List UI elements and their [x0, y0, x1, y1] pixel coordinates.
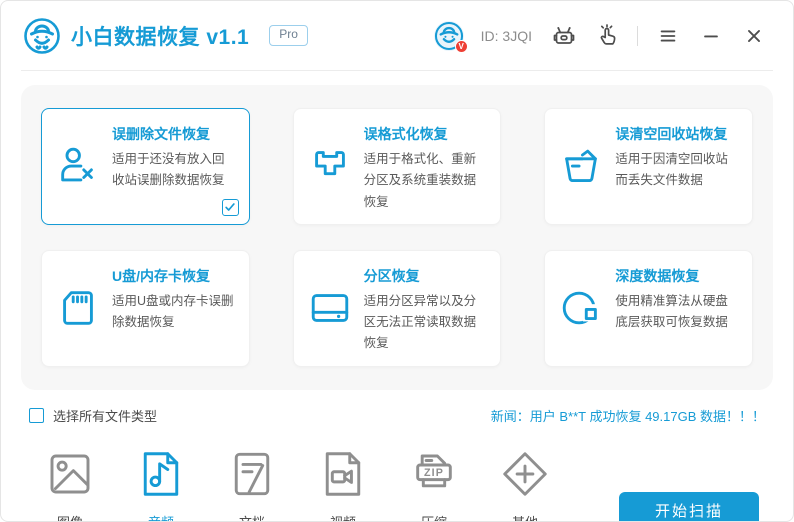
format-stamp-icon [307, 120, 353, 213]
filetype-bar: 图像 音频 文档 [41, 447, 759, 522]
user-delete-icon [55, 120, 101, 213]
filetype-other[interactable]: 其他 [496, 447, 554, 522]
filetype-label: 文档 [223, 512, 281, 522]
robot-icon[interactable] [551, 23, 577, 49]
start-scan-button[interactable]: 开始扫描 [619, 492, 759, 522]
titlebar-separator [637, 26, 638, 46]
filetype-label: 图像 [41, 512, 99, 522]
card-title: 误删除文件恢复 [112, 124, 237, 144]
app-window: 小白数据恢复 v1.1 Pro V ID: 3JQI [0, 0, 794, 522]
app-logo-icon [23, 17, 61, 55]
card-recycle-bin-recovery[interactable]: 误清空回收站恢复 适用于因清空回收站而丢失文件数据 [544, 108, 753, 225]
card-title: 深度数据恢复 [615, 266, 740, 286]
vip-badge: V [455, 40, 468, 53]
card-desc: 适用U盘或内存卡误删除数据恢复 [112, 291, 237, 334]
zip-icon-text: ZIP [424, 467, 444, 479]
card-desc: 使用精准算法从硬盘底层获取可恢复数据 [615, 291, 740, 334]
card-deleted-file-recovery[interactable]: 误删除文件恢复 适用于还没有放入回收站误删除数据恢复 [41, 108, 250, 225]
card-checkbox-checked[interactable] [222, 199, 239, 216]
card-deep-scan-recovery[interactable]: 深度数据恢复 使用精准算法从硬盘底层获取可恢复数据 [544, 250, 753, 367]
select-all-checkbox[interactable] [29, 408, 44, 423]
filetype-video[interactable]: 视频 [314, 447, 372, 522]
sd-card-icon [55, 262, 101, 355]
select-all-filetypes[interactable]: 选择所有文件类型 [29, 406, 157, 425]
card-title: 误清空回收站恢复 [615, 124, 740, 144]
zip-icon: ZIP [407, 447, 461, 501]
filetype-list: 图像 音频 文档 [41, 447, 554, 522]
other-icon [498, 447, 552, 501]
card-desc: 适用于还没有放入回收站误删除数据恢复 [112, 149, 237, 192]
card-desc: 适用于因清空回收站而丢失文件数据 [615, 149, 740, 192]
filetype-label: 压缩 [405, 512, 463, 522]
news-ticker: 新闻：用户 B**T 成功恢复 49.17GB 数据！！！ [491, 406, 765, 425]
minimize-icon[interactable] [698, 23, 724, 49]
card-desc: 适用于格式化、重新分区及系统重装数据恢复 [364, 149, 489, 213]
card-desc: 适用分区异常以及分区无法正常读取数据恢复 [364, 291, 489, 355]
image-icon [43, 447, 97, 501]
recycle-bin-icon [558, 120, 604, 213]
card-usb-sdcard-recovery[interactable]: U盘/内存卡恢复 适用U盘或内存卡误删除数据恢复 [41, 250, 250, 367]
menu-icon[interactable] [655, 23, 681, 49]
user-avatar[interactable]: V [434, 21, 464, 51]
document-icon [225, 447, 279, 501]
recovery-modes-panel: 误删除文件恢复 适用于还没有放入回收站误删除数据恢复 误格式化恢复 [21, 85, 773, 390]
filetype-label: 视频 [314, 512, 372, 522]
card-partition-recovery[interactable]: 分区恢复 适用分区异常以及分区无法正常读取数据恢复 [293, 250, 502, 367]
deep-scan-icon [558, 262, 604, 355]
card-format-recovery[interactable]: 误格式化恢复 适用于格式化、重新分区及系统重装数据恢复 [293, 108, 502, 225]
close-icon[interactable] [741, 23, 767, 49]
filetype-zip[interactable]: ZIP 压缩 [405, 447, 463, 522]
app-title: 小白数据恢复 v1.1 [71, 21, 249, 51]
filetype-audio[interactable]: 音频 [132, 447, 190, 522]
options-row: 选择所有文件类型 新闻：用户 B**T 成功恢复 49.17GB 数据！！！ [29, 406, 765, 425]
filetype-label: 其他 [496, 512, 554, 522]
pro-badge: Pro [269, 25, 308, 46]
audio-icon [134, 447, 188, 501]
recovery-mode-grid: 误删除文件恢复 适用于还没有放入回收站误删除数据恢复 误格式化恢复 [41, 108, 753, 367]
titlebar-controls: V ID: 3JQI [434, 21, 767, 51]
video-icon [316, 447, 370, 501]
card-title: U盘/内存卡恢复 [112, 266, 237, 286]
header-divider [21, 70, 773, 71]
user-id: ID: 3JQI [481, 28, 532, 44]
filetype-document[interactable]: 文档 [223, 447, 281, 522]
card-title: 误格式化恢复 [364, 124, 489, 144]
brand: 小白数据恢复 v1.1 Pro [23, 17, 308, 55]
hand-click-icon[interactable] [594, 23, 620, 49]
select-all-label: 选择所有文件类型 [53, 406, 157, 425]
card-title: 分区恢复 [364, 266, 489, 286]
titlebar: 小白数据恢复 v1.1 Pro V ID: 3JQI [1, 1, 793, 70]
hard-drive-icon [307, 262, 353, 355]
filetype-label: 音频 [132, 512, 190, 522]
filetype-image[interactable]: 图像 [41, 447, 99, 522]
